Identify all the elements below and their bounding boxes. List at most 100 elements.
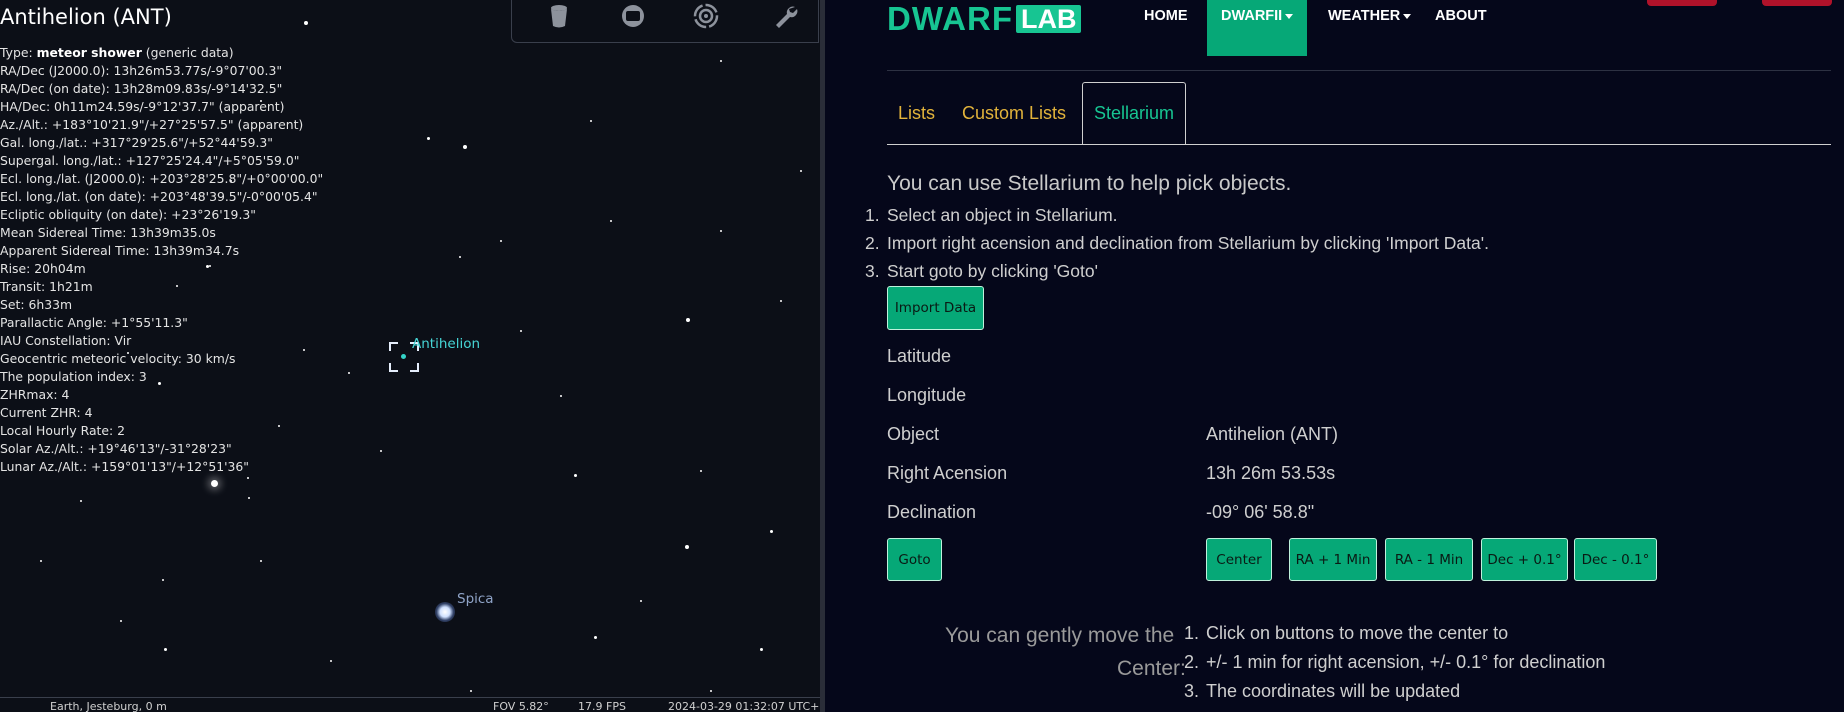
list-item: 1. Click on buttons to move the center to <box>1184 623 1509 643</box>
nav-home[interactable]: HOME <box>1144 8 1188 24</box>
stellarium-status-bar: Earth, Jesteburg, 0 m FOV 5.82° 17.9 FPS… <box>0 697 820 712</box>
tab-lists[interactable]: Lists <box>898 82 935 145</box>
info-line: Current ZHR: 4 <box>0 405 93 420</box>
star <box>560 395 562 397</box>
ra-minus-button[interactable]: RA - 1 Min <box>1385 538 1473 581</box>
star <box>348 372 350 374</box>
info-line: Ecliptic obliquity (on date): +23°26'19.… <box>0 207 256 222</box>
logo-part2: LAB <box>1015 5 1082 33</box>
dwarf-lab-logo[interactable]: DWARF LAB <box>887 0 1082 37</box>
star <box>211 480 218 487</box>
trash-icon[interactable] <box>541 1 577 31</box>
target-icon[interactable] <box>688 1 724 31</box>
move-center-heading-line2: Center: <box>1117 657 1186 680</box>
star <box>40 560 42 562</box>
object-label: Object <box>887 424 940 444</box>
info-line: ZHRmax: 4 <box>0 387 70 402</box>
tab-custom-lists[interactable]: Custom Lists <box>962 82 1066 145</box>
star <box>520 330 522 332</box>
star <box>470 690 472 692</box>
info-line: RA/Dec (J2000.0): 13h26m53.77s/-9°07'00.… <box>0 63 283 78</box>
star <box>380 450 382 452</box>
star <box>463 145 467 149</box>
object-info-panel: Type: meteor shower (generic data) RA/De… <box>0 44 323 476</box>
nav-weather-label: WEATHER <box>1328 8 1401 24</box>
star <box>304 21 308 25</box>
status-datetime: 2024-03-29 01:32:07 UTC+1 <box>668 700 820 712</box>
nav-dwarf-dropdown[interactable]: DWARFII <box>1207 0 1308 56</box>
tab-stellarium[interactable]: Stellarium <box>1082 82 1187 145</box>
logo-part1: DWARF <box>887 0 1013 37</box>
right-ascension-value: 13h 26m 53.53s <box>1206 463 1336 483</box>
star <box>500 240 502 242</box>
spica-label: Spica <box>457 591 494 607</box>
dec-plus-button[interactable]: Dec + 0.1° <box>1481 538 1568 581</box>
stellarium-sky-view[interactable]: Antihelion (ANT) Type: meteor shower (ge… <box>0 0 820 712</box>
right-ascension-label: Right Acension <box>887 463 1008 483</box>
instruction-steps: 1. Select an object in Stellarium. 2. Impo… <box>865 205 1489 289</box>
star <box>120 620 122 622</box>
dec-minus-button[interactable]: Dec - 0.1° <box>1574 538 1657 581</box>
star <box>162 579 164 581</box>
ra-plus-button[interactable]: RA + 1 Min <box>1289 538 1377 581</box>
info-line: Lunar Az./Alt.: +159°01'13"/+12°51'36" <box>0 459 249 474</box>
star <box>164 648 167 651</box>
list-item: 3. The coordinates will be updated <box>1184 681 1461 701</box>
info-line: Rise: 20h04m <box>0 261 86 276</box>
star <box>330 660 332 662</box>
decorative-bar <box>1762 0 1832 6</box>
star <box>720 230 722 232</box>
move-center-heading-line1: You can gently move the <box>945 624 1175 647</box>
declination-value: -09° 06' 58.8" <box>1206 502 1315 522</box>
star <box>594 636 597 639</box>
list-item: 1. Select an object in Stellarium. <box>865 205 1118 225</box>
info-line: Ecl. long./lat. (J2000.0): +203°28'25.8"… <box>0 171 324 186</box>
chevron-down-icon <box>1403 13 1412 19</box>
star <box>780 300 782 302</box>
info-line: HA/Dec: 0h11m24.59s/-9°12'37.7" (apparen… <box>0 99 285 114</box>
object-value: Antihelion (ANT) <box>1206 424 1339 444</box>
decorative-bar <box>1647 0 1717 6</box>
info-line: Gal. long./lat.: +317°29'25.6"/+52°44'59… <box>0 135 273 150</box>
star <box>427 137 430 140</box>
star <box>590 120 592 122</box>
status-fov: FOV 5.82° <box>493 700 549 712</box>
selected-object-title: Antihelion (ANT) <box>0 5 172 29</box>
star <box>700 470 702 472</box>
list-item: 2. Import right acension and declination … <box>865 233 1489 253</box>
star <box>640 600 642 602</box>
star <box>686 318 690 322</box>
nav-weather-dropdown[interactable]: WEATHER <box>1328 8 1412 24</box>
star <box>685 545 689 549</box>
list-item: 3. Start goto by clicking 'Goto' <box>865 261 1098 281</box>
star <box>710 690 712 692</box>
latitude-label: Latitude <box>887 346 952 366</box>
status-location: Earth, Jesteburg, 0 m <box>50 700 167 712</box>
star <box>720 60 722 62</box>
info-line: RA/Dec (on date): 13h28m09.83s/-9°14'32.… <box>0 81 283 96</box>
center-button[interactable]: Center <box>1206 538 1272 581</box>
star <box>800 170 802 172</box>
nav-divider <box>887 70 1831 71</box>
tab-underline <box>887 144 1831 145</box>
screen-icon[interactable] <box>615 1 651 31</box>
info-line: The population index: 3 <box>0 369 147 384</box>
longitude-label: Longitude <box>887 385 967 405</box>
star <box>248 497 250 499</box>
import-data-button[interactable]: Import Data <box>887 286 984 330</box>
nav-about[interactable]: ABOUT <box>1435 8 1487 24</box>
star <box>770 530 773 533</box>
wrench-icon[interactable] <box>768 1 804 31</box>
spica-star[interactable] <box>435 602 455 622</box>
info-line: Apparent Sidereal Time: 13h39m34.7s <box>0 243 240 258</box>
info-type-suffix: (generic data) <box>141 45 234 60</box>
info-type-value: meteor shower <box>36 45 142 60</box>
goto-button[interactable]: Goto <box>887 538 942 581</box>
star <box>260 560 262 562</box>
info-type-line: Type: meteor shower (generic data) <box>0 44 323 62</box>
star <box>574 474 577 477</box>
info-line: Parallactic Angle: +1°55'11.3" <box>0 315 188 330</box>
info-line: Geocentric meteoric velocity: 30 km/s <box>0 351 236 366</box>
info-line: Set: 6h33m <box>0 297 73 312</box>
list-item: 2. +/- 1 min for right acension, +/- 0.1°… <box>1184 652 1606 672</box>
